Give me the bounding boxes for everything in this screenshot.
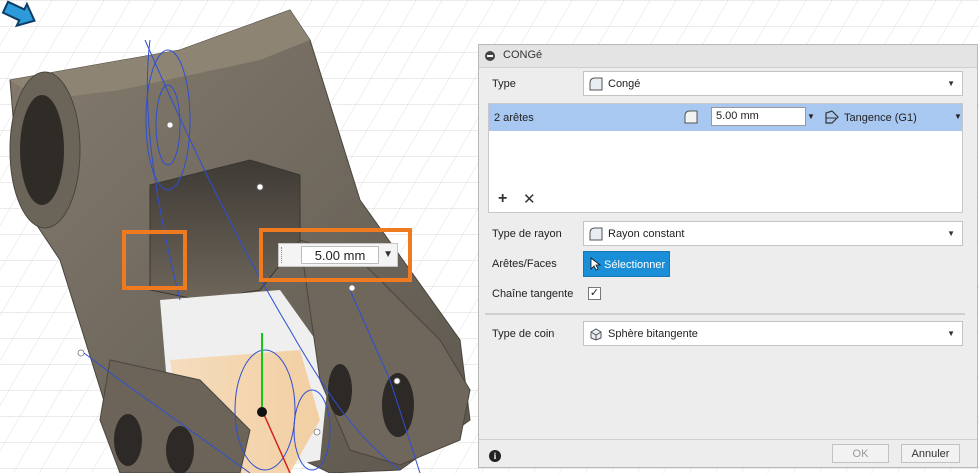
tangent-chain-checkbox[interactable]: ✓ [588,287,601,300]
corner-type-dropdown[interactable]: Sphère bitangente ▼ [583,321,963,346]
continuity-value[interactable]: Tangence (G1) [844,112,917,124]
constant-radius-icon [589,227,603,241]
cancel-button[interactable]: Annuler [901,444,960,463]
sphere-corner-icon [590,328,602,341]
caret-down-icon[interactable]: ▼ [954,112,962,121]
selection-row-label: 2 arêtes [494,112,534,124]
highlight-box-arrow [122,230,187,290]
select-button[interactable]: Sélectionner [583,251,670,277]
radius-icon [684,110,698,124]
delete-icon[interactable]: ✕ [523,190,536,208]
type-label: Type [492,78,516,90]
tangency-icon [825,110,839,124]
highlight-box-input [259,228,412,282]
caret-down-icon[interactable]: ▼ [807,112,815,121]
collapse-icon[interactable] [485,51,495,61]
corner-type-label: Type de coin [492,328,555,340]
ok-button[interactable]: OK [832,444,889,463]
select-button-label: Sélectionner [604,259,666,271]
dialog-footer: i OK Annuler [479,439,977,469]
caret-down-icon: ▼ [947,329,955,338]
fillet-drag-arrow-icon[interactable] [0,0,40,28]
caret-down-icon: ▼ [947,229,955,238]
section-divider [485,313,965,315]
type-value: Congé [608,78,641,90]
selection-row[interactable]: 2 arêtes 5.00 mm ▼ Tangence (G1) ▼ [489,104,962,131]
fillet-icon [589,77,603,91]
radius-type-dropdown[interactable]: Rayon constant ▼ [583,221,963,246]
origin-point [257,407,267,417]
edges-faces-label: Arêtes/Faces [492,258,557,270]
dialog-header[interactable]: CONGé [479,45,977,68]
info-icon[interactable]: i [489,450,501,462]
add-icon[interactable]: + [498,190,507,208]
cursor-icon [590,257,602,271]
edge-selection-list[interactable]: 2 arêtes 5.00 mm ▼ Tangence (G1) ▼ + ✕ [488,103,963,213]
corner-type-value: Sphère bitangente [608,328,698,340]
caret-down-icon: ▼ [947,79,955,88]
radius-type-value: Rayon constant [608,228,685,240]
dialog-title: CONGé [503,49,543,61]
tangent-chain-label: Chaîne tangente [492,288,574,300]
selection-radius-input[interactable]: 5.00 mm [711,107,806,126]
radius-type-label: Type de rayon [492,228,562,240]
type-dropdown[interactable]: Congé ▼ [583,71,963,96]
fillet-dialog: CONGé Type Congé ▼ 2 arêtes 5.00 mm ▼ Ta… [478,44,978,468]
